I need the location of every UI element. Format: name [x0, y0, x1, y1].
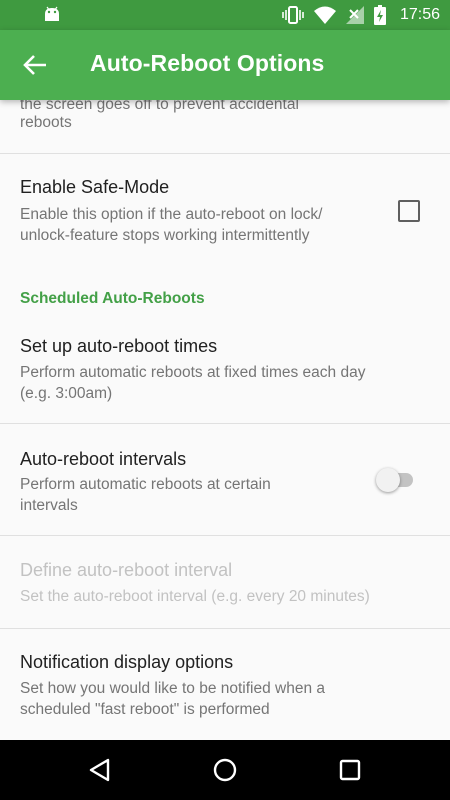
preference-summary: scheduled "fast reboot" is performed: [20, 701, 270, 718]
wifi-icon: [313, 6, 336, 24]
preference-safe-mode[interactable]: Enable Safe-Mode Enable this option if t…: [0, 154, 450, 264]
signal-no-sim-icon: [345, 6, 364, 24]
preference-summary: reboots: [20, 114, 72, 131]
status-time: 17:56: [399, 6, 440, 23]
android-icon: [45, 6, 59, 21]
preference-summary: intervals: [20, 497, 78, 514]
battery-charging-icon: [373, 5, 386, 25]
switch-thumb: [376, 468, 400, 492]
preference-title: Enable Safe-Mode: [20, 177, 170, 197]
home-circle-icon[interactable]: [212, 757, 238, 783]
preference-summary: Enable this option if the auto-reboot on…: [20, 206, 323, 223]
preference-summary: Perform automatic reboots at certain: [20, 476, 271, 493]
preference-summary: Set how you would like to be notified wh…: [20, 680, 326, 697]
preference-title: Define auto-reboot interval: [20, 560, 233, 580]
reboot-intervals-switch[interactable]: [376, 468, 416, 492]
status-bar: 17:56: [0, 0, 450, 30]
back-triangle-icon[interactable]: [87, 757, 113, 783]
preference-reboot-times[interactable]: Set up auto-reboot times Perform automat…: [0, 320, 450, 423]
preference-title: Auto-reboot intervals: [20, 449, 187, 469]
navigation-bar: [0, 740, 450, 800]
preference-summary: Perform automatic reboots at fixed times…: [20, 364, 366, 381]
preference-notification-options[interactable]: Notification display options Set how you…: [0, 629, 450, 740]
safe-mode-checkbox[interactable]: [398, 200, 420, 222]
preference-title: Set up auto-reboot times: [20, 336, 218, 356]
preference-define-interval: Define auto-reboot interval Set the auto…: [0, 536, 450, 628]
preference-reboot-intervals[interactable]: Auto-reboot intervals Perform automatic …: [0, 424, 450, 535]
recents-square-icon[interactable]: [337, 757, 363, 783]
page-title: Auto-Reboot Options: [90, 50, 325, 76]
app-bar: Auto-Reboot Options: [0, 30, 450, 100]
preferences-list[interactable]: the screen goes off to prevent accidenta…: [0, 100, 450, 740]
preference-summary: (e.g. 3:00am): [20, 385, 113, 402]
category-header: Scheduled Auto-Reboots: [20, 290, 205, 307]
preference-item-partial[interactable]: the screen goes off to prevent accidenta…: [0, 100, 450, 153]
preference-title: Notification display options: [20, 652, 234, 672]
preference-summary: Set the auto-reboot interval (e.g. every…: [20, 588, 370, 605]
arrow-back-icon[interactable]: [22, 53, 48, 77]
preference-summary: unlock-feature stops working intermitten…: [20, 227, 310, 244]
vibrate-icon: [282, 6, 304, 24]
